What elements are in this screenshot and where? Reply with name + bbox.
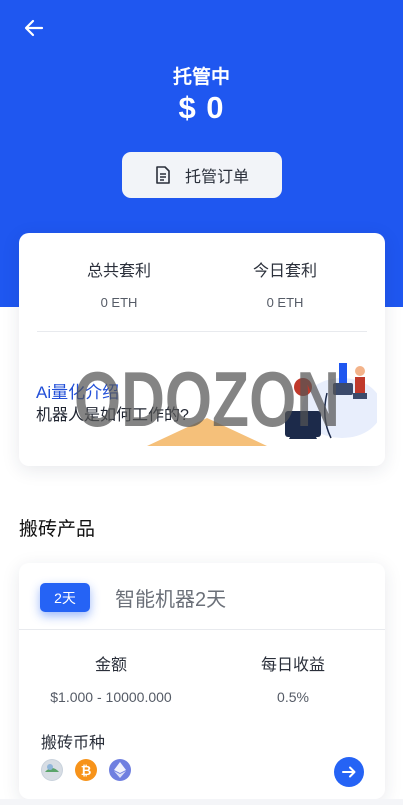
amount-label: 金额 — [94, 657, 127, 674]
daily-return-label: 每日收益 — [260, 657, 325, 674]
robot-illustration — [285, 363, 377, 439]
arbitrage-summary-card: 总共套利 0 ETH 今日套利 0 ETH Ai量化介绍 机器人是如何工作的? — [19, 233, 385, 466]
coins-label: 搬砖币种 — [41, 735, 106, 752]
hosted-orders-button[interactable]: 托管订单 — [122, 152, 282, 198]
divider — [37, 331, 367, 332]
open-product-button[interactable] — [334, 757, 364, 787]
daily-return-value: 0.5% — [277, 689, 309, 705]
section-title: 搬砖产品 — [19, 519, 96, 540]
daily-return-column: 每日收益 0.5% — [203, 651, 383, 705]
product-name: 智能机器2天 — [115, 589, 227, 611]
amount-column: 金额 $1.000 - 10000.000 — [21, 651, 201, 705]
ai-intro-subtitle: 机器人是如何工作的? — [36, 407, 189, 424]
status-title: 托管中 — [172, 67, 230, 88]
hosted-amount: $ 0 — [178, 90, 225, 125]
product-card[interactable]: 2天 智能机器2天 金额 $1.000 - 10000.000 每日收益 0.5… — [19, 563, 385, 799]
bitcoin-icon: ₿ — [75, 759, 97, 781]
divider — [19, 629, 385, 630]
ai-intro-link[interactable]: Ai量化介绍 — [36, 378, 119, 403]
bottom-strip — [0, 799, 403, 805]
today-arbitrage: 今日套利 0 ETH — [205, 257, 365, 310]
total-arbitrage-value: 0 ETH — [100, 295, 138, 310]
ethereum-icon — [109, 759, 131, 781]
document-icon — [156, 166, 170, 184]
arrow-right-icon — [342, 766, 356, 778]
hosted-orders-label: 托管订单 — [184, 169, 249, 186]
today-arbitrage-label: 今日套利 — [252, 263, 317, 280]
generic-coin-icon — [41, 759, 63, 781]
today-arbitrage-value: 0 ETH — [266, 295, 304, 310]
amount-value: $1.000 - 10000.000 — [50, 689, 172, 705]
total-arbitrage: 总共套利 0 ETH — [39, 257, 199, 310]
back-arrow-icon[interactable] — [22, 16, 46, 40]
duration-badge: 2天 — [40, 583, 90, 612]
total-arbitrage-label: 总共套利 — [86, 263, 151, 280]
coin-list: ₿ — [41, 759, 143, 781]
